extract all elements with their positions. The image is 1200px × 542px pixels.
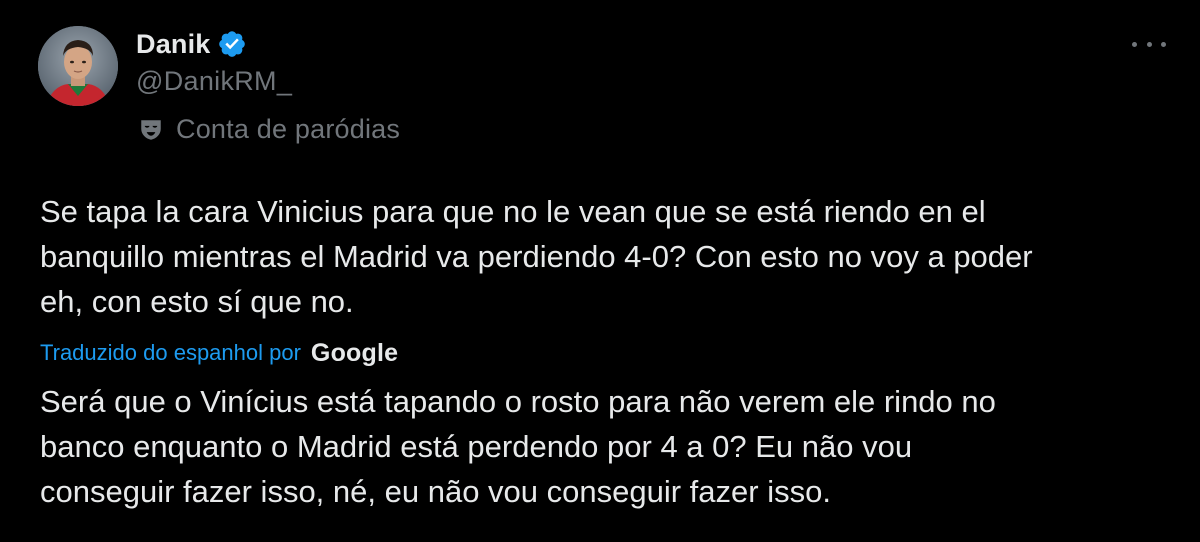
tweet-card: Danik @DanikRM_ Conta de paródias Se tap… (0, 0, 1200, 542)
display-name[interactable]: Danik (136, 29, 211, 60)
google-logo: Google (310, 338, 399, 367)
parody-mask-icon (138, 117, 164, 143)
parody-account-label: Conta de paródias (138, 114, 400, 145)
more-dot-icon (1146, 41, 1152, 47)
verified-badge-icon (217, 29, 247, 59)
more-dot-icon (1161, 41, 1166, 47)
user-handle[interactable]: @DanikRM_ (136, 66, 292, 97)
name-row: Danik (136, 26, 292, 62)
translation-attribution: Traduzido do espanhol por Google (40, 337, 398, 369)
tweet-text: Se tapa la cara Vinicius para que no le … (40, 194, 1033, 319)
tweet-header: Danik @DanikRM_ (136, 26, 292, 97)
translated-text: Será que o Vinícius está tapando o rosto… (40, 384, 996, 509)
profile-photo (38, 26, 118, 106)
more-dot-icon (1132, 41, 1137, 47)
more-options-button[interactable] (1132, 32, 1166, 56)
avatar[interactable] (38, 26, 118, 106)
parody-label: Conta de paródias (176, 114, 401, 144)
translation-label[interactable]: Traduzido do espanhol por (40, 340, 301, 366)
